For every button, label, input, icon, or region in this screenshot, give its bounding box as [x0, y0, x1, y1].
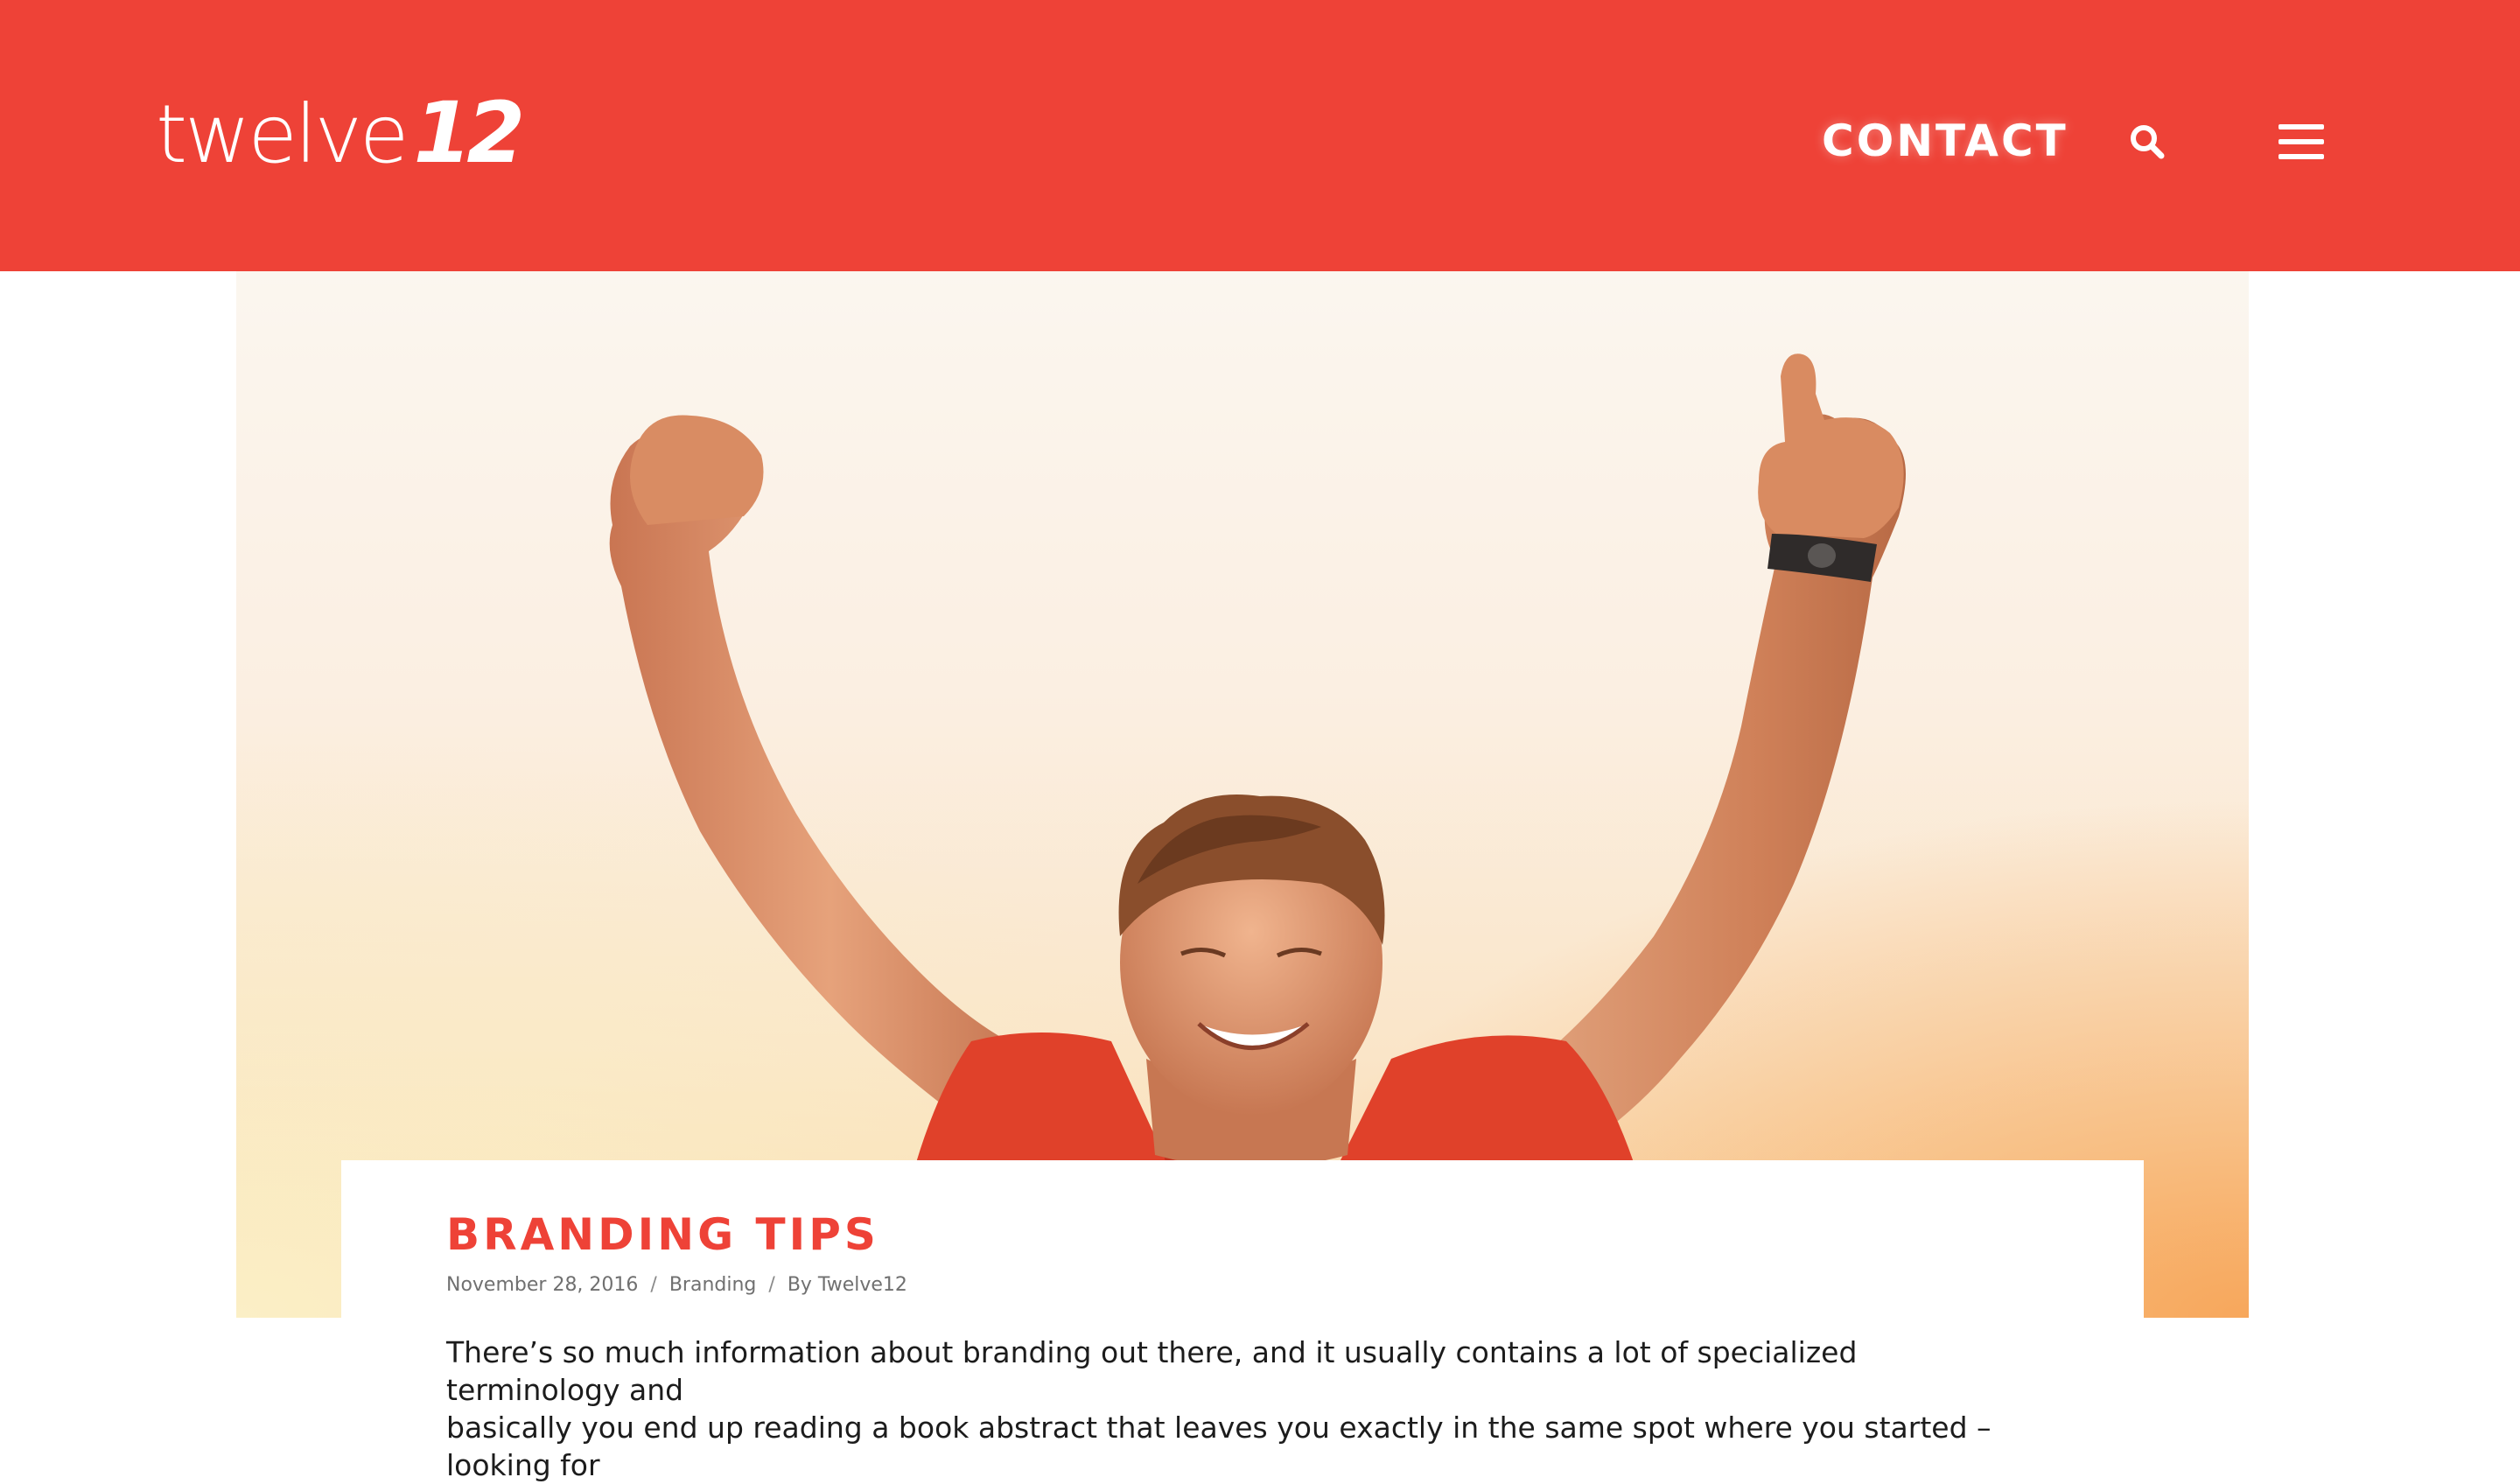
site-header: twelve 12 CONTACT	[0, 0, 2520, 271]
hamburger-menu-icon-bar	[2278, 154, 2324, 159]
site-logo[interactable]: twelve 12	[156, 84, 526, 182]
logo-wordmark: twelve	[156, 88, 410, 181]
search-icon	[2131, 125, 2165, 159]
logo-mark: 12	[413, 84, 526, 182]
menu-button[interactable]	[2278, 124, 2324, 159]
post-excerpt-line: There’s so much information about brandi…	[446, 1335, 1858, 1407]
meta-separator: /	[650, 1274, 657, 1296]
hamburger-menu-icon-bar	[2278, 139, 2324, 144]
post-category-link[interactable]: Branding	[669, 1274, 757, 1296]
hamburger-menu-icon	[2278, 124, 2324, 130]
search-button[interactable]	[2128, 122, 2166, 161]
post-meta: November 28, 2016 / Branding / By Twelve…	[446, 1274, 907, 1296]
nav-contact-link[interactable]: CONTACT	[1822, 116, 2068, 166]
post-excerpt: There’s so much information about brandi…	[446, 1334, 2021, 1484]
meta-separator: /	[768, 1274, 775, 1296]
post-excerpt-line: basically you end up reading a book abst…	[446, 1410, 1992, 1482]
post-author-link[interactable]: By Twelve12	[788, 1274, 907, 1296]
post-title[interactable]: BRANDING TIPS	[446, 1213, 879, 1256]
post-date: November 28, 2016	[446, 1274, 639, 1296]
